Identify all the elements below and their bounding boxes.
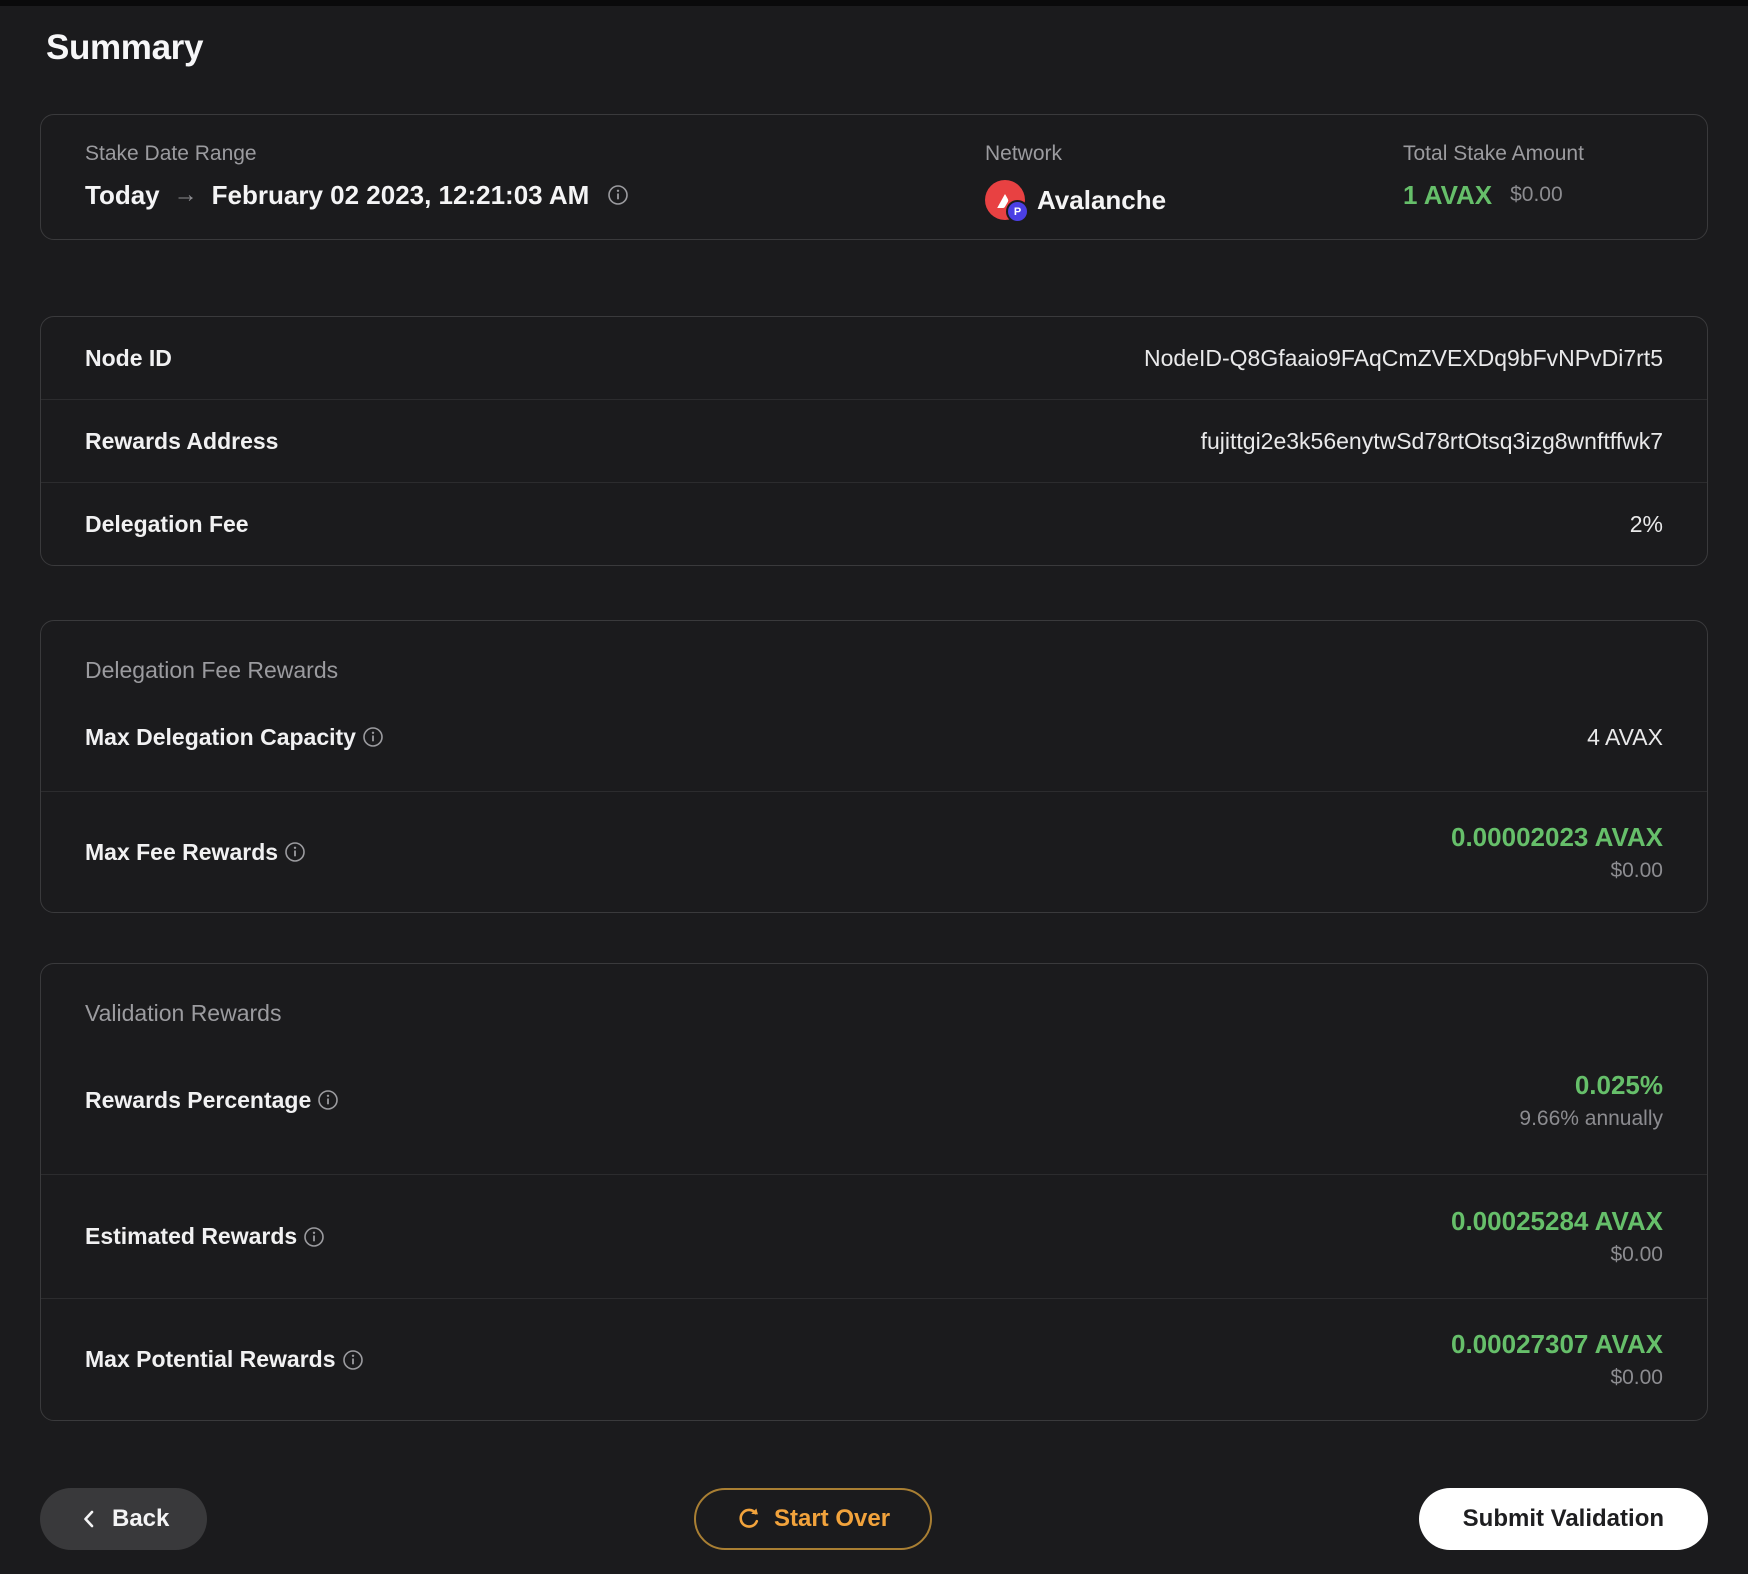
info-icon[interactable] <box>303 1226 325 1248</box>
delegation-fee-rewards-section-label: Delegation Fee Rewards <box>85 657 339 683</box>
network-column: Network P Avalanche <box>985 142 1403 223</box>
total-stake-column: Total Stake Amount 1 AVAX $0.00 <box>1403 142 1663 210</box>
node-id-row: Node ID NodeID-Q8Gfaaio9FAqCmZVEXDq9bFvN… <box>41 317 1707 399</box>
max-fee-rewards-usd: $0.00 <box>1610 858 1663 882</box>
network-value: P Avalanche <box>985 180 1403 223</box>
rewards-address-label: Rewards Address <box>85 427 279 454</box>
rewards-percentage-text: Rewards Percentage <box>85 1086 312 1113</box>
max-potential-rewards-text: Max Potential Rewards <box>85 1346 336 1372</box>
back-button-label: Back <box>112 1505 170 1532</box>
info-icon[interactable] <box>284 841 306 863</box>
delegation-fee-row: Delegation Fee 2% <box>41 482 1707 565</box>
stake-overview-card: Stake Date Range Today → February 02 202… <box>40 114 1708 240</box>
delegation-fee-value: 2% <box>1629 510 1663 537</box>
validation-rewards-section-label: Validation Rewards <box>85 1000 282 1026</box>
max-potential-rewards-value: 0.00027307 AVAX <box>1451 1329 1663 1359</box>
avalanche-logo-icon: P <box>985 180 1029 223</box>
network-name: Avalanche <box>1037 185 1167 215</box>
max-fee-rewards-row: Max Fee Rewards 0.00002023 AVAX $0.00 <box>41 791 1707 912</box>
delegation-fee-rewards-card: Delegation Fee Rewards Max Delegation Ca… <box>40 620 1708 913</box>
estimated-rewards-value-stack: 0.00025284 AVAX $0.00 <box>1451 1206 1663 1267</box>
max-delegation-capacity-text: Max Delegation Capacity <box>85 723 356 750</box>
stake-date-range-label: Stake Date Range <box>85 142 257 165</box>
node-details-card: Node ID NodeID-Q8Gfaaio9FAqCmZVEXDq9bFvN… <box>40 316 1708 566</box>
info-icon[interactable] <box>342 1349 364 1371</box>
page-title: Summary <box>46 28 204 67</box>
info-icon[interactable] <box>362 726 384 748</box>
max-potential-rewards-usd: $0.00 <box>1610 1366 1663 1389</box>
validation-rewards-card: Validation Rewards Rewards Percentage 0.… <box>40 963 1708 1421</box>
arrow-right-icon: → <box>173 181 198 208</box>
start-over-button[interactable]: Start Over <box>693 1488 933 1550</box>
p-chain-badge: P <box>1006 200 1029 223</box>
max-fee-rewards-value-stack: 0.00002023 AVAX $0.00 <box>1451 822 1663 883</box>
footer-actions: Back Start Over Submit Validation <box>40 1488 1709 1550</box>
rewards-percentage-value-stack: 0.025% 9.66% annually <box>1519 1070 1663 1131</box>
submit-validation-button[interactable]: Submit Validation <box>1418 1488 1709 1550</box>
estimated-rewards-row: Estimated Rewards 0.00025284 AVAX $0.00 <box>41 1174 1707 1298</box>
total-stake-amount: 1 AVAX <box>1403 180 1493 210</box>
max-potential-rewards-value-stack: 0.00027307 AVAX $0.00 <box>1451 1329 1663 1390</box>
max-delegation-capacity-value: 4 AVAX <box>1587 723 1663 750</box>
max-delegation-capacity-label: Max Delegation Capacity <box>85 724 384 751</box>
submit-validation-button-label: Submit Validation <box>1462 1505 1665 1532</box>
max-delegation-capacity-row: Max Delegation Capacity 4 AVAX <box>41 683 1707 791</box>
estimated-rewards-value: 0.00025284 AVAX <box>1451 1206 1663 1236</box>
rewards-percentage-annual: 9.66% annually <box>1519 1106 1663 1130</box>
start-over-button-label: Start Over <box>773 1505 891 1532</box>
max-fee-rewards-value: 0.00002023 AVAX <box>1451 821 1663 852</box>
max-fee-rewards-label: Max Fee Rewards <box>85 839 306 866</box>
max-fee-rewards-text: Max Fee Rewards <box>85 838 279 865</box>
network-label: Network <box>985 142 1063 165</box>
estimated-rewards-text: Estimated Rewards <box>85 1223 298 1249</box>
stake-date-range-value: Today → February 02 2023, 12:21:03 AM <box>85 180 985 210</box>
info-icon[interactable] <box>607 184 629 206</box>
rewards-address-row: Rewards Address fujittgi2e3k56enytwSd78r… <box>41 399 1707 482</box>
info-icon[interactable] <box>317 1089 339 1111</box>
total-stake-usd: $0.00 <box>1510 183 1563 206</box>
estimated-rewards-usd: $0.00 <box>1610 1243 1663 1266</box>
total-stake-label: Total Stake Amount <box>1403 142 1584 165</box>
max-potential-rewards-label: Max Potential Rewards <box>85 1346 364 1373</box>
top-divider <box>0 0 1748 6</box>
stake-date-range-column: Stake Date Range Today → February 02 202… <box>85 142 985 210</box>
rewards-percentage-label: Rewards Percentage <box>85 1087 339 1114</box>
total-stake-value: 1 AVAX $0.00 <box>1403 180 1663 210</box>
rewards-percentage-value: 0.025% <box>1574 1069 1663 1100</box>
rewards-address-value: fujittgi2e3k56enytwSd78rtOtsq3izg8wnftff… <box>1200 427 1663 454</box>
chevron-left-icon <box>78 1507 100 1531</box>
refresh-icon <box>736 1506 762 1532</box>
node-id-label: Node ID <box>85 344 172 371</box>
stake-date-from: Today <box>85 180 160 210</box>
summary-page: Summary Stake Date Range Today → Februar… <box>0 28 1748 1550</box>
node-id-value: NodeID-Q8Gfaaio9FAqCmZVEXDq9bFvNPvDi7rt5 <box>1144 344 1663 371</box>
stake-date-to: February 02 2023, 12:21:03 AM <box>211 180 590 210</box>
delegation-fee-label: Delegation Fee <box>85 510 249 537</box>
estimated-rewards-label: Estimated Rewards <box>85 1223 325 1250</box>
rewards-percentage-row: Rewards Percentage 0.025% 9.66% annually <box>41 1026 1707 1174</box>
back-button[interactable]: Back <box>40 1488 208 1550</box>
max-potential-rewards-row: Max Potential Rewards 0.00027307 AVAX $0… <box>41 1298 1707 1420</box>
